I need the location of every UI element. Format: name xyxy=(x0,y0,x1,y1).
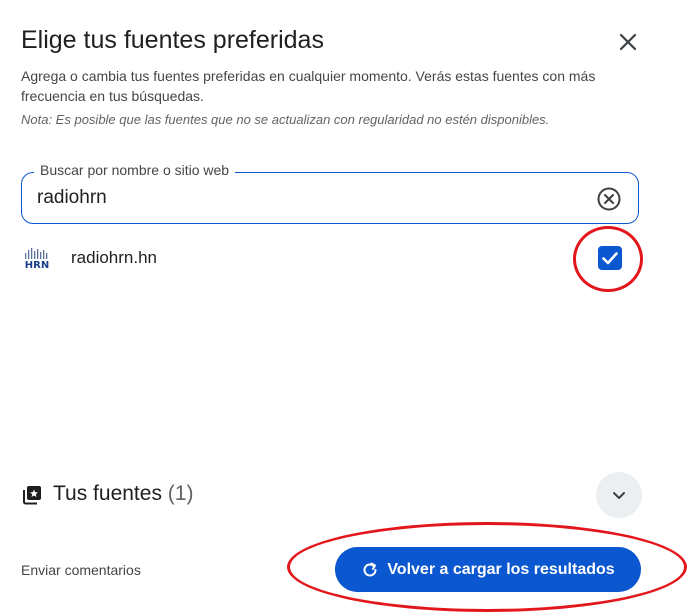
reload-results-button[interactable]: Volver a cargar los resultados xyxy=(335,547,641,592)
your-sources-title: Tus fuentes xyxy=(53,482,162,505)
dialog-title: Elige tus fuentes preferidas xyxy=(21,26,324,54)
dialog-note: Nota: Es posible que las fuentes que no … xyxy=(21,112,550,127)
reload-icon xyxy=(363,562,377,576)
clear-icon xyxy=(597,187,621,211)
reload-label: Volver a cargar los resultados xyxy=(387,560,615,578)
your-sources-heading: Tus fuentes (1) xyxy=(53,482,193,506)
logo-text: HRN xyxy=(25,260,49,269)
result-checkbox[interactable] xyxy=(598,246,622,270)
clear-button[interactable] xyxy=(596,186,622,212)
close-icon xyxy=(619,33,637,51)
check-icon xyxy=(602,252,618,265)
radiohrn-logo: HRN xyxy=(21,247,53,271)
chevron-down-icon xyxy=(613,492,625,499)
search-input[interactable] xyxy=(37,184,577,212)
close-button[interactable] xyxy=(614,28,642,56)
dialog-description: Agrega o cambia tus fuentes preferidas e… xyxy=(21,68,596,104)
sources-icon xyxy=(23,486,41,505)
search-label: Buscar por nombre o sitio web xyxy=(34,162,236,178)
expand-sources-button[interactable] xyxy=(596,472,642,518)
send-feedback-link[interactable]: Enviar comentarios xyxy=(21,562,141,578)
your-sources-count: (1) xyxy=(167,482,194,505)
result-label: radiohrn.hn xyxy=(71,248,158,267)
